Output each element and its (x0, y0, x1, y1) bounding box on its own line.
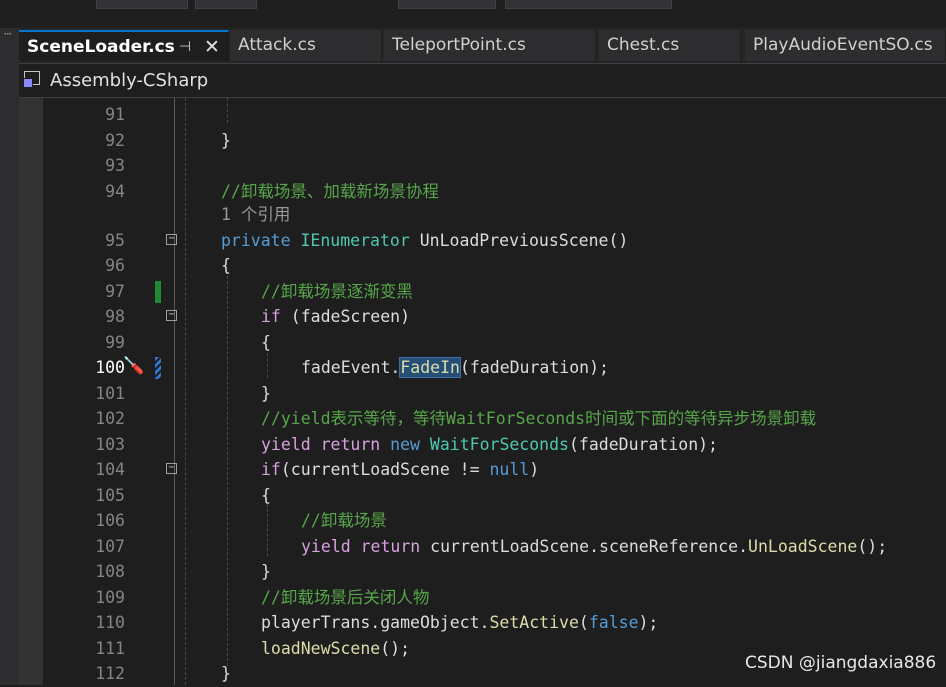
code-comment: //yield表示等待，等待WaitForSeconds时间或下面的等待异步场景… (261, 409, 817, 428)
code-line: 108 } (19, 559, 946, 585)
code-line: 92 } (19, 128, 946, 154)
tab-label: Chest.cs (607, 35, 680, 55)
code-comment: //卸载场景 (301, 511, 387, 530)
change-marker (155, 280, 161, 303)
tab-chest[interactable]: Chest.cs (599, 30, 741, 61)
code-text: } (221, 130, 231, 150)
code-line-current: 100 🪛 fadeEvent.FadeIn(fadeDuration); (19, 355, 946, 381)
line-number: 99 (105, 332, 125, 352)
document-tab-bar: SceneLoader.cs ⊣ ✕ Attack.cs TeleportPoi… (19, 28, 946, 63)
line-number: 96 (105, 256, 125, 275)
csharp-project-icon (23, 71, 40, 88)
tool-window-tab[interactable]: ⁝ (1, 32, 14, 36)
code-text: } (261, 562, 271, 581)
line-number: 101 (95, 383, 125, 403)
line-number: 91 (105, 105, 125, 124)
toolbar-dropdown[interactable] (505, 0, 672, 9)
code-line: 101 } (19, 381, 946, 407)
tab-sceneloader[interactable]: SceneLoader.cs ⊣ ✕ (19, 30, 229, 61)
line-number: 95 (105, 230, 125, 250)
line-number: 94 (105, 181, 125, 201)
code-line: 103 yield return new WaitForSeconds(fade… (19, 432, 946, 458)
code-line: 102 //yield表示等待，等待WaitForSeconds时间或下面的等待… (19, 406, 946, 432)
code-line: 97 //卸载场景逐渐变黑 (19, 279, 946, 305)
code-line: 107 yield return currentLoadScene.sceneR… (19, 534, 946, 560)
code-comment: //卸载场景后关闭人物 (261, 587, 430, 607)
code-line: 106 //卸载场景 (19, 508, 946, 534)
code-text: } (261, 383, 271, 403)
collapse-icon[interactable]: − (166, 233, 177, 245)
code-text: yield return new WaitForSeconds(fadeDura… (261, 434, 718, 454)
ide-toolbar (0, 0, 946, 29)
code-text: if(currentLoadScene != null) (261, 460, 540, 479)
project-dropdown[interactable]: Assembly-CSharp (50, 64, 208, 97)
line-number: 104 (95, 460, 125, 479)
code-line: 96 { (19, 253, 946, 279)
code-text: playerTrans.gameObject.SetActive(false); (261, 613, 659, 632)
watermark: CSDN @jiangdaxia886 (745, 653, 937, 673)
code-line: 99 { (19, 330, 946, 356)
code-text: { (261, 485, 271, 505)
code-text: yield return currentLoadScene.sceneRefer… (301, 536, 888, 556)
toolbar-control[interactable] (96, 0, 188, 9)
code-text: } (221, 664, 231, 683)
code-comment: //卸载场景、加载新场景协程 (221, 181, 439, 201)
toolbar-control[interactable] (195, 0, 257, 9)
code-line: 109 //卸载场景后关闭人物 (19, 585, 946, 611)
pin-icon[interactable]: ⊣ (179, 32, 191, 61)
code-line: 105 { (19, 483, 946, 509)
line-number: 93 (105, 156, 125, 175)
code-text: loadNewScene(); (261, 638, 411, 658)
code-text: { (261, 332, 271, 352)
side-tool-rail: ⁝ (0, 28, 20, 685)
tab-attack[interactable]: Attack.cs (230, 30, 382, 61)
code-comment: //卸载场景逐渐变黑 (261, 281, 413, 301)
tab-label: Attack.cs (238, 35, 316, 55)
code-line: 95 − private IEnumerator UnLoadPreviousS… (19, 228, 946, 254)
collapse-icon[interactable]: − (166, 463, 177, 474)
quick-actions-screwdriver-icon[interactable]: 🪛 (123, 356, 144, 376)
selected-identifier: FadeIn (399, 357, 461, 378)
tab-label: PlayAudioEventSO.cs (753, 35, 933, 55)
line-number: 107 (95, 536, 125, 556)
line-number: 100 (95, 358, 125, 377)
code-text: private IEnumerator UnLoadPreviousScene(… (221, 230, 629, 250)
code-line: 98 − if (fadeScreen) (19, 304, 946, 330)
code-text: if (fadeScreen) (261, 307, 411, 326)
line-number: 111 (95, 638, 125, 658)
code-line: 91 (19, 102, 946, 128)
code-line: 110 playerTrans.gameObject.SetActive(fal… (19, 610, 946, 636)
close-icon[interactable]: ✕ (204, 32, 220, 61)
tab-label: SceneLoader.cs (27, 37, 175, 57)
codelens-references[interactable]: 1 个引用 (221, 202, 290, 228)
line-number: 92 (105, 130, 125, 150)
code-text: { (221, 256, 231, 275)
line-number: 108 (95, 562, 125, 581)
line-number: 105 (95, 485, 125, 505)
line-number: 97 (105, 281, 125, 301)
tab-teleportpoint[interactable]: TeleportPoint.cs (384, 30, 596, 61)
line-number: 110 (95, 613, 125, 632)
line-number: 106 (95, 511, 125, 530)
tab-playaudioeventso[interactable]: PlayAudioEventSO.cs (745, 30, 946, 61)
code-text: fadeEvent.FadeIn(fadeDuration); (301, 357, 609, 378)
code-line: 104 − if(currentLoadScene != null) (19, 457, 946, 483)
code-editor[interactable]: 91 92 } 93 94 //卸载场景、加载新场景协程 1 个引用 95 − … (19, 98, 946, 685)
line-number: 102 (95, 409, 125, 428)
tab-label: TeleportPoint.cs (392, 35, 526, 55)
toolbar-dropdown[interactable] (398, 0, 496, 9)
code-line: 1 个引用 (19, 202, 946, 228)
line-number: 103 (95, 434, 125, 454)
change-marker (155, 357, 161, 379)
code-line: 93 (19, 153, 946, 179)
line-number: 112 (95, 664, 125, 683)
line-number: 98 (105, 307, 125, 326)
line-number: 109 (95, 587, 125, 607)
collapse-icon[interactable]: − (166, 310, 177, 321)
code-line: 94 //卸载场景、加载新场景协程 (19, 179, 946, 205)
project-navigation-bar[interactable]: Assembly-CSharp (19, 63, 946, 98)
